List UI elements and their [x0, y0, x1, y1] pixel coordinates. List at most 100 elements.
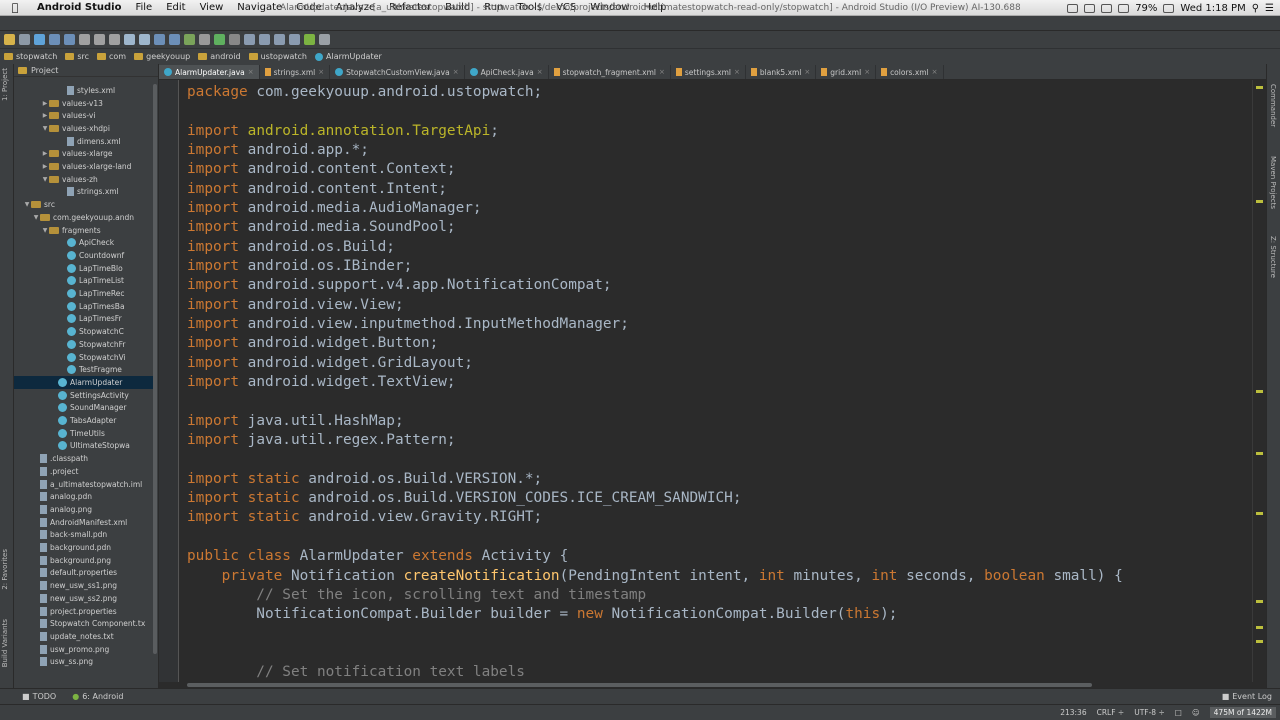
- wifi-icon[interactable]: [1101, 3, 1113, 13]
- tree-item[interactable]: ▼ values-zh: [14, 173, 154, 186]
- inspector-icon[interactable]: ☺: [1192, 708, 1200, 717]
- code-line[interactable]: import android.widget.TextView;: [187, 373, 456, 392]
- tree-item[interactable]: background.pdn: [14, 541, 154, 554]
- project-structure-icon[interactable]: [259, 34, 270, 45]
- horizontal-scroll-thumb[interactable]: [187, 683, 1092, 687]
- tree-item[interactable]: project.properties: [14, 605, 154, 618]
- tree-item[interactable]: TabsAdapter: [14, 414, 154, 427]
- tree-item[interactable]: a_ultimatestopwatch.iml: [14, 478, 154, 491]
- build-icon[interactable]: [184, 34, 195, 45]
- close-icon[interactable]: ×: [659, 68, 665, 76]
- project-scrollbar[interactable]: [153, 84, 157, 654]
- tree-item[interactable]: analog.png: [14, 503, 154, 516]
- code-line[interactable]: import android.app.*;: [187, 141, 369, 160]
- close-icon[interactable]: ×: [734, 68, 740, 76]
- tree-item[interactable]: ▶ values-v13: [14, 97, 154, 110]
- editor-tab[interactable]: grid.xml ×: [816, 65, 877, 79]
- tree-item[interactable]: .classpath: [14, 452, 154, 465]
- close-icon[interactable]: ×: [537, 68, 543, 76]
- save-icon[interactable]: [19, 34, 30, 45]
- warning-marker[interactable]: [1256, 640, 1263, 643]
- forward-icon[interactable]: [169, 34, 180, 45]
- line-separator[interactable]: CRLF ÷: [1097, 708, 1125, 717]
- tree-item[interactable]: update_notes.txt: [14, 630, 154, 643]
- close-icon[interactable]: ×: [804, 68, 810, 76]
- tree-item[interactable]: new_usw_ss1.png: [14, 579, 154, 592]
- tree-item[interactable]: ▼ values-xhdpi: [14, 122, 154, 135]
- stop-icon[interactable]: [229, 34, 240, 45]
- warning-marker[interactable]: [1256, 512, 1263, 515]
- structure-tool-tab[interactable]: Z: Structure: [1269, 236, 1277, 278]
- tree-item[interactable]: TestFragme: [14, 363, 154, 376]
- tree-item[interactable]: SoundManager: [14, 402, 154, 415]
- project-tool-tab[interactable]: 1: Project: [1, 68, 9, 101]
- code-line[interactable]: import android.view.inputmethod.InputMet…: [187, 315, 629, 334]
- chevron-down-icon[interactable]: ▼: [32, 214, 40, 221]
- editor-tab[interactable]: colors.xml ×: [876, 65, 944, 79]
- lock-icon[interactable]: □: [1175, 708, 1182, 717]
- warning-marker[interactable]: [1256, 200, 1263, 203]
- code-line[interactable]: package com.geekyouup.android.ustopwatch…: [187, 83, 542, 102]
- breadcrumb-item[interactable]: android: [198, 52, 244, 61]
- code-line[interactable]: import android.widget.Button;: [187, 334, 438, 353]
- tree-item[interactable]: .project: [14, 465, 154, 478]
- code-line[interactable]: public class AlarmUpdater extends Activi…: [187, 547, 568, 566]
- code-line[interactable]: import android.content.Context;: [187, 160, 456, 179]
- code-line[interactable]: import java.util.regex.Pattern;: [187, 431, 456, 450]
- tree-item[interactable]: ▶ values-xlarge: [14, 148, 154, 161]
- sdk-manager-icon[interactable]: [274, 34, 285, 45]
- tree-item[interactable]: styles.xml: [14, 84, 154, 97]
- redo-icon[interactable]: [64, 34, 75, 45]
- code-line[interactable]: import java.util.HashMap;: [187, 412, 404, 431]
- editor-tab[interactable]: blank5.xml ×: [746, 65, 817, 79]
- android-device-monitor-icon[interactable]: [304, 34, 315, 45]
- tree-item[interactable]: LapTimeBlo: [14, 262, 154, 275]
- android-tool-tab[interactable]: ● 6: Android: [64, 692, 131, 701]
- commander-tool-tab[interactable]: Commander: [1269, 84, 1277, 127]
- warning-marker[interactable]: [1256, 626, 1263, 629]
- close-icon[interactable]: ×: [864, 68, 870, 76]
- code-line[interactable]: import android.os.Build;: [187, 238, 395, 257]
- clock[interactable]: Wed 1:18 PM: [1180, 3, 1245, 14]
- tree-item[interactable]: dimens.xml: [14, 135, 154, 148]
- tree-item[interactable]: LapTimesFr: [14, 313, 154, 326]
- run-config-icon[interactable]: [199, 34, 210, 45]
- editor-tab[interactable]: StopwatchCustomView.java ×: [330, 65, 465, 79]
- chevron-down-icon[interactable]: ▼: [41, 227, 49, 234]
- tree-item[interactable]: AndroidManifest.xml: [14, 516, 154, 529]
- menu-edit[interactable]: Edit: [159, 2, 192, 13]
- editor-tab[interactable]: ApiCheck.java ×: [465, 65, 549, 79]
- tree-item[interactable]: SettingsActivity: [14, 389, 154, 402]
- code-line[interactable]: NotificationCompat.Builder builder = new…: [187, 605, 897, 624]
- chevron-down-icon[interactable]: ▼: [41, 125, 49, 132]
- battery-icon[interactable]: [1163, 3, 1175, 13]
- undo-icon[interactable]: [49, 34, 60, 45]
- chevron-right-icon[interactable]: ▶: [41, 100, 49, 107]
- build-variants-tool-tab[interactable]: Build Variants: [1, 619, 9, 667]
- tree-item[interactable]: ApiCheck: [14, 236, 154, 249]
- code-line[interactable]: import android.support.v4.app.Notificati…: [187, 276, 612, 295]
- cut-icon[interactable]: [79, 34, 90, 45]
- warning-marker[interactable]: [1256, 452, 1263, 455]
- warning-marker[interactable]: [1256, 390, 1263, 393]
- tree-item[interactable]: LapTimesBa: [14, 300, 154, 313]
- tree-item[interactable]: Stopwatch Component.tx: [14, 617, 154, 630]
- volume-icon[interactable]: [1118, 3, 1130, 13]
- close-icon[interactable]: ×: [318, 68, 324, 76]
- editor-tab[interactable]: strings.xml ×: [260, 65, 331, 79]
- maven-projects-tool-tab[interactable]: Maven Projects: [1269, 156, 1277, 209]
- tree-item[interactable]: usw_promo.png: [14, 643, 154, 656]
- run-icon[interactable]: [214, 34, 225, 45]
- chevron-right-icon[interactable]: ▶: [41, 150, 49, 157]
- tree-item[interactable]: StopwatchVi: [14, 351, 154, 364]
- warning-marker[interactable]: [1256, 600, 1263, 603]
- editor-gutter[interactable]: [159, 80, 179, 682]
- code-line[interactable]: import android.content.Intent;: [187, 180, 447, 199]
- spotlight-icon[interactable]: ⚲: [1252, 3, 1259, 14]
- code-line[interactable]: import static android.os.Build.VERSION.*…: [187, 470, 542, 489]
- close-icon[interactable]: ×: [453, 68, 459, 76]
- breadcrumb-item[interactable]: ustopwatch: [248, 52, 311, 61]
- tree-item[interactable]: ▼ com.geekyouup.andn: [14, 211, 154, 224]
- find-icon[interactable]: [124, 34, 135, 45]
- code-line[interactable]: import android.annotation.TargetApi;: [187, 122, 499, 141]
